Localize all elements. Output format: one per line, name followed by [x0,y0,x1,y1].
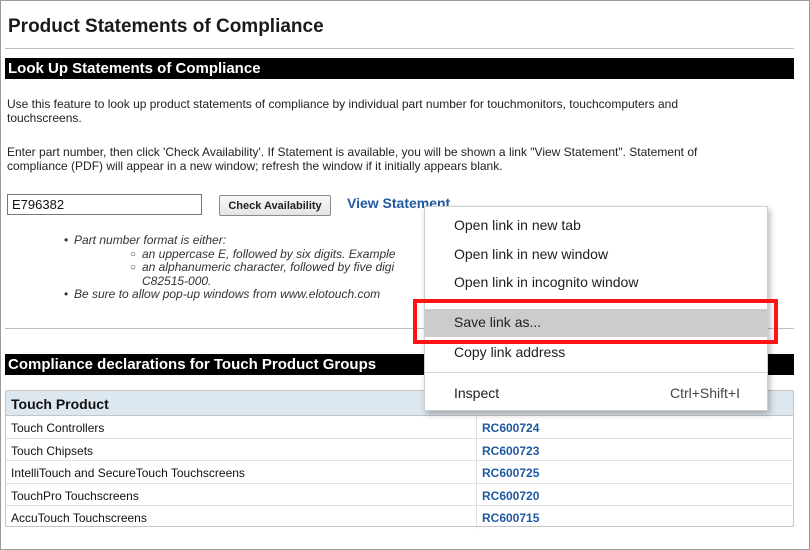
lookup-section-heading: Look Up Statements of Compliance [5,58,794,79]
page-title: Product Statements of Compliance [8,16,324,37]
product-group-name: AccuTouch Touchscreens [11,511,147,525]
menu-separator [425,372,767,373]
check-availability-button[interactable]: Check Availability [219,195,331,216]
column-divider [476,416,477,439]
menu-item-open-incognito[interactable]: Open link in incognito window [425,269,767,297]
notes-subitem: ○ an alphanumeric character, followed by… [130,260,395,274]
instructions-line: Enter part number, then click 'Check Ava… [7,145,698,159]
column-divider [476,506,477,529]
table-row: IntelliTouch and SecureTouch Touchscreen… [6,461,793,484]
compliance-document-link[interactable]: RC600720 [482,489,539,503]
column-divider [476,483,477,506]
notes-item: • Part number format is either: [64,233,227,247]
menu-item-inspect[interactable]: Inspect Ctrl+Shift+I [425,380,767,408]
bullet-icon: • [64,287,69,301]
column-divider [476,438,477,461]
title-divider [5,48,794,49]
lookup-intro-paragraph: Use this feature to look up product stat… [7,97,787,125]
table-row: AccuTouch Touchscreens RC600715 [6,506,793,529]
notes-item: • Be sure to allow pop-up windows from w… [64,287,381,301]
compliance-document-link[interactable]: RC600725 [482,466,539,480]
product-group-name: Touch Controllers [11,421,105,435]
intro-line: touchscreens. [7,111,82,125]
product-group-name: IntelliTouch and SecureTouch Touchscreen… [11,466,245,480]
product-group-name: TouchPro Touchscreens [11,488,139,503]
table-row: TouchPro Touchscreens RC600720 [6,483,793,506]
circle-bullet-icon: ○ [130,262,137,273]
lookup-instructions-paragraph: Enter part number, then click 'Check Ava… [7,145,787,173]
notes-subitem-continuation: C82515-000. [142,273,212,288]
table-row: Touch Controllers RC600724 [6,416,793,439]
product-group-name: Touch Chipsets [11,443,94,458]
column-divider [476,461,477,484]
bullet-icon: • [64,233,69,247]
instructions-line: compliance (PDF) will appear in a new wi… [7,159,503,173]
notes-subitem: ○ an uppercase E, followed by six digits… [130,246,396,261]
table-body: Touch Controllers RC600724 Touch Chipsets R… [6,416,793,529]
table-row: Touch Chipsets RC600723 [6,438,793,461]
annotation-highlight-box [413,299,778,344]
part-number-notes: • Part number format is either: ○ an upp… [64,233,396,302]
compliance-document-link[interactable]: RC600715 [482,511,539,525]
inspect-shortcut: Ctrl+Shift+I [669,385,740,401]
compliance-document-link[interactable]: RC600724 [482,421,539,435]
compliance-document-link[interactable]: RC600723 [482,444,539,458]
menu-item-open-new-tab[interactable]: Open link in new tab [425,212,767,240]
part-number-input[interactable] [7,194,202,215]
intro-line: Use this feature to look up product stat… [7,97,679,111]
menu-item-open-new-window[interactable]: Open link in new window [425,241,767,269]
circle-bullet-icon: ○ [130,248,137,260]
